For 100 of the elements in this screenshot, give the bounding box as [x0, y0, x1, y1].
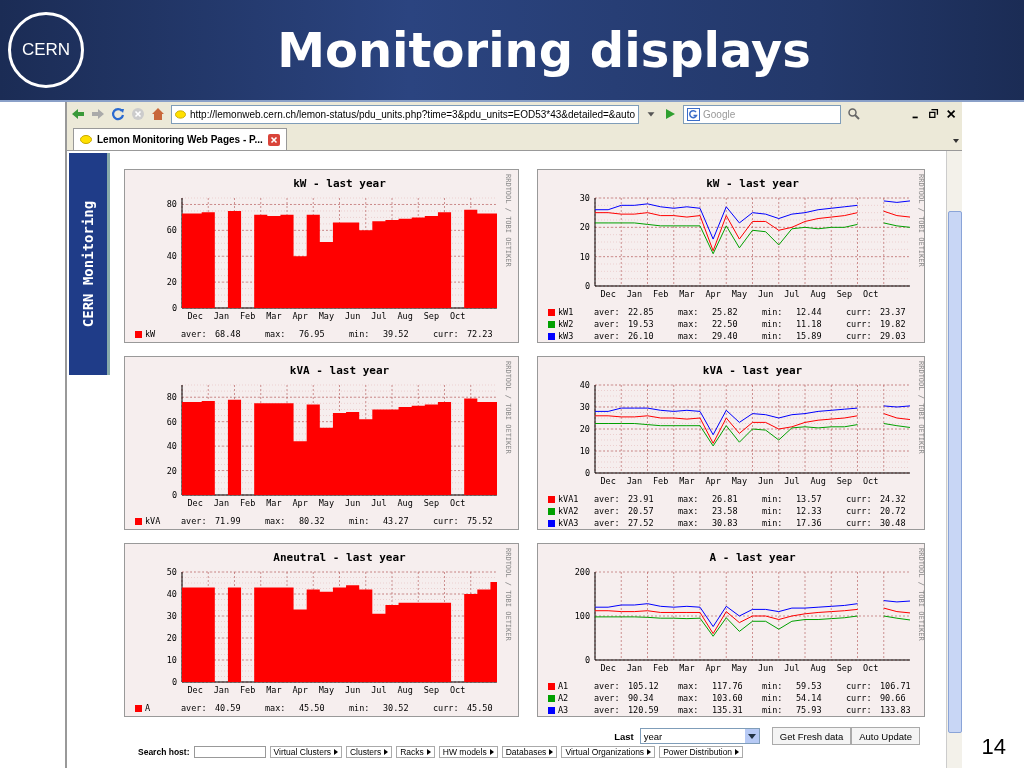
scrollbar[interactable]	[946, 151, 962, 768]
axis-tick-label: May	[318, 498, 335, 508]
legend-stat-label: curr:	[846, 680, 873, 692]
legend-name: A2	[558, 692, 570, 704]
legend-name: kW3	[558, 330, 575, 342]
legend-stat-value: 30.83	[712, 517, 739, 529]
legend-stat-label: min:	[762, 505, 784, 517]
axis-tick-label: Dec	[600, 476, 616, 486]
legend-stat-label: curr:	[433, 515, 460, 527]
action-button[interactable]: Get Fresh data	[771, 727, 852, 745]
axis-tick-label: Sep	[423, 498, 440, 508]
axis-tick-label: 40	[166, 251, 177, 262]
reload-icon[interactable]	[111, 107, 125, 121]
axis-tick-label: 40	[166, 589, 177, 599]
menu-item[interactable]: Virtual Organizations	[561, 746, 656, 758]
axis-tick-label: Jun	[757, 289, 774, 299]
legend-stat-value: 23.58	[712, 505, 739, 517]
chart-title: kVA - last year	[702, 364, 803, 377]
axis-tick-label: 50	[166, 567, 177, 577]
sidebar-tab[interactable]: CERN Monitoring	[69, 153, 110, 375]
legend-stat-value: 71.99	[215, 515, 242, 527]
axis-tick-label: 20	[166, 633, 177, 643]
close-icon[interactable]	[946, 107, 958, 121]
legend-stat-label: min:	[762, 493, 784, 505]
axis-tick-label: Sep	[423, 685, 440, 695]
axis-tick-label: Aug	[397, 498, 413, 508]
axis-tick-label: 30	[579, 193, 590, 203]
legend-name: kVA3	[558, 517, 580, 529]
menu-item[interactable]: Databases	[501, 746, 558, 758]
axis-tick-label: 0	[171, 303, 177, 313]
legend-stat-value: 26.81	[712, 493, 739, 505]
axis-tick-label: 80	[166, 392, 177, 403]
legend-stat-label: max:	[678, 704, 700, 716]
legend-stat-label: max:	[678, 517, 700, 529]
axis-tick-label: 10	[579, 251, 590, 262]
legend-stat-label: max:	[678, 330, 700, 342]
axis-tick-label: Dec	[187, 311, 203, 321]
legend-stat-label: curr:	[846, 692, 873, 704]
legend-stat-value: 30.52	[383, 702, 410, 714]
axis-tick-label: Feb	[239, 311, 256, 321]
legend-stat-value: 12.33	[796, 505, 823, 517]
dropdown-icon	[744, 729, 759, 743]
legend-stat-value: 43.27	[383, 515, 410, 527]
legend-stat-value: 133.83	[880, 704, 912, 716]
axis-tick-label: Apr	[705, 663, 721, 673]
axis-tick-label: Aug	[397, 685, 413, 695]
legend-stat-label: aver:	[594, 318, 621, 330]
legend-stat-value: 135.31	[712, 704, 744, 716]
axis-tick-label: Feb	[652, 476, 669, 486]
period-select[interactable]: year	[639, 728, 760, 744]
browser-tab[interactable]: Lemon Monitoring Web Pages - P...	[73, 128, 287, 150]
menu-item[interactable]: Virtual Clusters	[269, 746, 342, 758]
chart-title: Aneutral - last year	[273, 551, 406, 564]
axis-tick-label: Mar	[679, 663, 695, 673]
axis-tick-label: 200	[574, 567, 590, 577]
legend-stat-value: 15.89	[796, 330, 823, 342]
restore-icon[interactable]	[928, 107, 940, 121]
axis-tick-label: Sep	[836, 476, 853, 486]
search-host-field[interactable]	[193, 746, 266, 758]
menu-item[interactable]: HW models	[438, 746, 498, 758]
slide-title: Monitoring displays	[276, 22, 812, 78]
axis-tick-label: Feb	[239, 685, 256, 695]
legend-stat-label: aver:	[594, 704, 621, 716]
back-icon[interactable]	[71, 107, 85, 121]
logo: CERN	[8, 12, 84, 88]
axis-tick-label: May	[731, 289, 748, 299]
legend-name: kW	[145, 328, 157, 340]
legend-stat-value: 90.66	[880, 692, 907, 704]
axis-tick-label: Mar	[266, 498, 282, 508]
legend-stat-label: max:	[678, 692, 700, 704]
axis-tick-label: Apr	[292, 311, 308, 321]
legend-stat-value: 54.14	[796, 692, 823, 704]
axis-tick-label: Dec	[187, 498, 203, 508]
axis-tick-label: Oct	[449, 685, 466, 695]
go-icon[interactable]	[663, 107, 677, 121]
home-icon[interactable]	[151, 107, 165, 121]
page-number: 14	[981, 734, 1006, 760]
axis-tick-label: Aug	[810, 476, 826, 486]
legend-stat-label: curr:	[846, 330, 873, 342]
lemon-icon	[80, 135, 92, 144]
menu-item[interactable]: Power Distribution	[659, 746, 744, 758]
legend-stat-value: 13.57	[796, 493, 823, 505]
axis-tick-label: 20	[579, 424, 590, 434]
legend-stat-value: 45.50	[467, 702, 494, 714]
menu-item[interactable]: Racks	[396, 746, 435, 758]
legend-stat-value: 90.34	[628, 692, 655, 704]
axis-tick-label: Dec	[600, 663, 616, 673]
legend-stat-value: 23.37	[880, 306, 907, 318]
url-field[interactable]: http://lemonweb.cern.ch/lemon-status/pdu_units.php?time=3&pdu_units=EOD53*43&detailed=&auto	[171, 104, 639, 124]
axis-tick-label: Jul	[784, 476, 800, 486]
axis-tick-label: Jan	[213, 311, 230, 321]
action-button[interactable]: Auto Update	[851, 727, 920, 745]
menu-item[interactable]: Clusters	[346, 746, 393, 758]
axis-tick-label: Dec	[600, 289, 616, 299]
search-icon[interactable]	[847, 107, 861, 121]
legend-stat-label: min:	[762, 680, 784, 692]
period-label: Last	[614, 730, 634, 742]
legend-stat-label: max:	[265, 328, 287, 340]
axis-tick-label: 30	[166, 611, 177, 621]
axis-tick-label: Sep	[836, 289, 853, 299]
